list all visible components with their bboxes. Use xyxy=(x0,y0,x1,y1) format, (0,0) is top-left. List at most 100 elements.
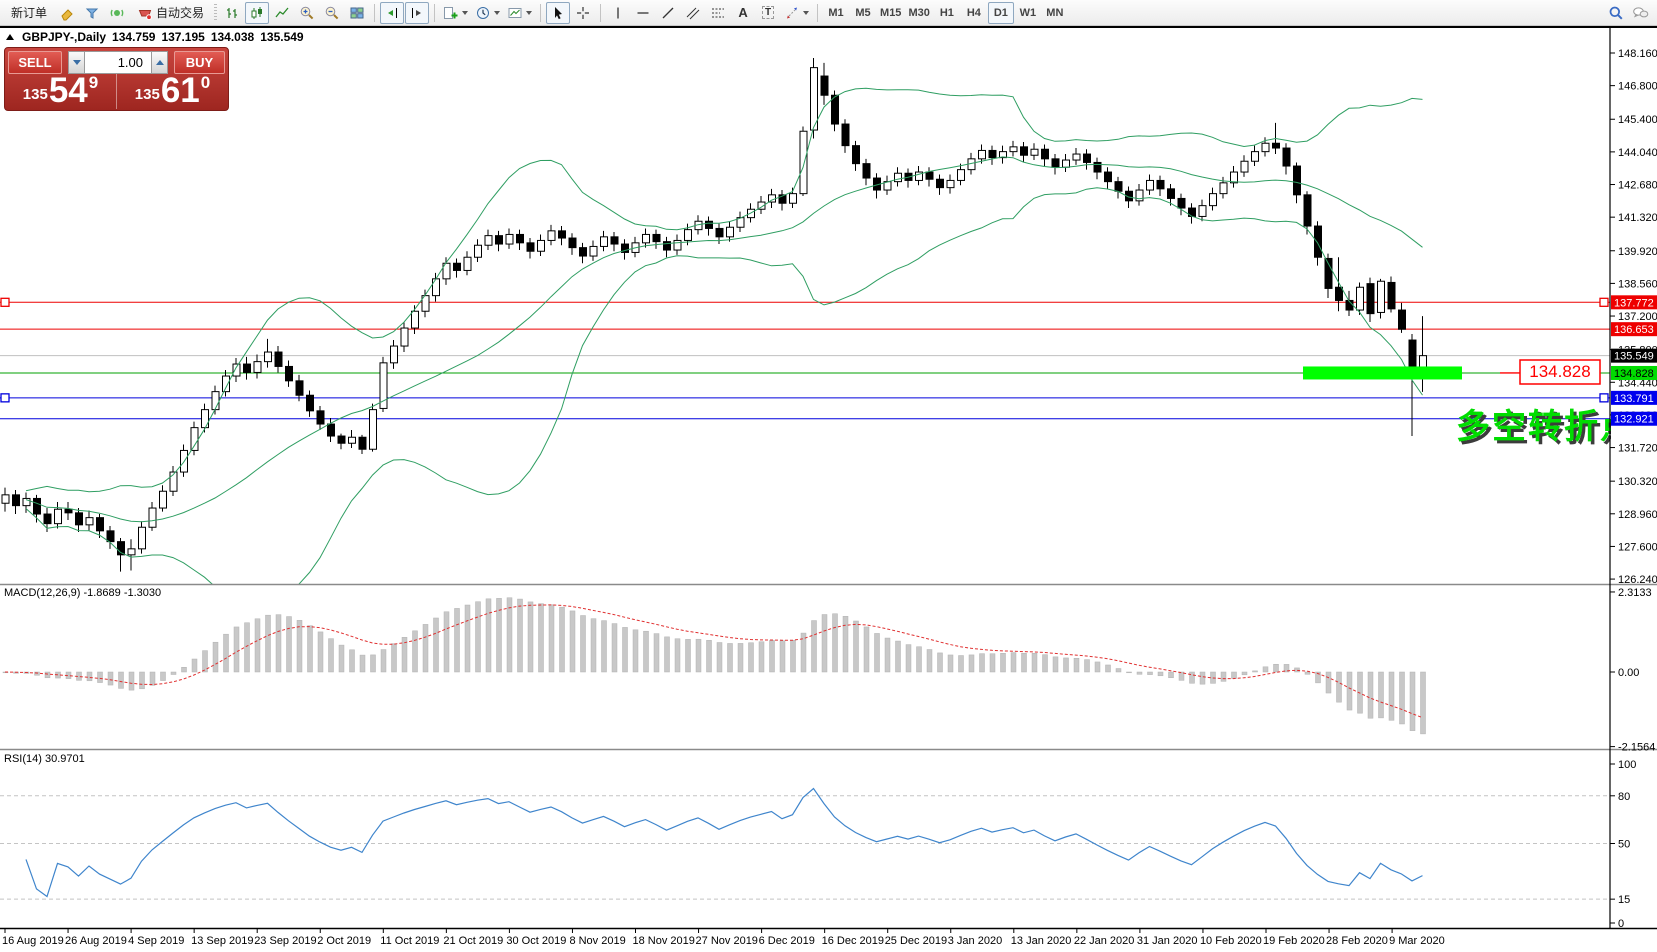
svg-text:50: 50 xyxy=(1618,839,1630,851)
filter-button[interactable] xyxy=(80,2,104,24)
svg-text:11 Oct 2019: 11 Oct 2019 xyxy=(380,935,439,947)
cursor-button[interactable] xyxy=(546,2,570,24)
timeframe-m5-button[interactable]: M5 xyxy=(850,2,876,24)
search-icon xyxy=(1608,5,1624,21)
cursor-icon xyxy=(550,5,566,21)
svg-text:多空转折点: 多空转折点 xyxy=(1456,408,1636,446)
svg-text:148.160: 148.160 xyxy=(1618,48,1657,60)
zoom-in-button[interactable] xyxy=(295,2,319,24)
svg-text:4 Sep 2019: 4 Sep 2019 xyxy=(128,935,184,947)
zoom-in-icon xyxy=(299,5,315,21)
fibonacci-button[interactable] xyxy=(706,2,730,24)
chart-shift-icon xyxy=(409,5,425,21)
svg-text:131.720: 131.720 xyxy=(1618,443,1657,455)
svg-text:23 Sep 2019: 23 Sep 2019 xyxy=(254,935,316,947)
fibonacci-icon xyxy=(710,5,726,21)
svg-text:31 Jan 2020: 31 Jan 2020 xyxy=(1137,935,1198,947)
trading-terminal-window: 新订单 自动交易 xyxy=(0,0,1657,952)
bar-chart-icon xyxy=(224,5,240,21)
svg-text:141.320: 141.320 xyxy=(1618,212,1657,224)
auto-scroll-icon xyxy=(384,5,400,21)
auto-trading-button[interactable]: 自动交易 xyxy=(130,2,211,24)
collapse-panel-icon[interactable] xyxy=(6,34,14,40)
shapes-button[interactable] xyxy=(781,2,812,24)
svg-text:26 Aug 2019: 26 Aug 2019 xyxy=(65,935,127,947)
svg-text:21 Oct 2019: 21 Oct 2019 xyxy=(443,935,503,947)
buy-price-point: 0 xyxy=(201,74,210,91)
svg-text:80: 80 xyxy=(1618,791,1630,803)
svg-text:13 Sep 2019: 13 Sep 2019 xyxy=(191,935,253,947)
auto-scroll-button[interactable] xyxy=(380,2,404,24)
svg-text:9 Mar 2020: 9 Mar 2020 xyxy=(1389,935,1445,947)
svg-text:16 Dec 2019: 16 Dec 2019 xyxy=(822,935,884,947)
trendline-icon xyxy=(660,5,676,21)
template-icon xyxy=(507,5,523,21)
label-button[interactable]: T xyxy=(756,2,780,24)
chat-bubbles-icon xyxy=(1632,5,1650,21)
timeframe-d1-button[interactable]: D1 xyxy=(988,2,1014,24)
toolbar-separator xyxy=(434,4,435,22)
bar-chart-button[interactable] xyxy=(220,2,244,24)
toolbar-separator xyxy=(540,4,541,22)
zoom-out-button[interactable] xyxy=(320,2,344,24)
broadcast-button[interactable] xyxy=(105,2,129,24)
eraser-button[interactable] xyxy=(55,2,79,24)
svg-text:16 Aug 2019: 16 Aug 2019 xyxy=(2,935,64,947)
svg-text:15: 15 xyxy=(1618,894,1630,906)
timeframe-m30-button[interactable]: M30 xyxy=(905,2,932,24)
toolbar: 新订单 自动交易 xyxy=(0,0,1657,26)
svg-text:146.800: 146.800 xyxy=(1618,81,1657,93)
trendline-button[interactable] xyxy=(656,2,680,24)
svg-text:137.772: 137.772 xyxy=(1614,297,1654,309)
svg-text:138.560: 138.560 xyxy=(1618,278,1657,290)
community-button[interactable] xyxy=(1629,2,1653,24)
sell-price-button[interactable]: 135 54 9 xyxy=(5,74,116,109)
svg-text:142.680: 142.680 xyxy=(1618,180,1657,192)
crosshair-icon xyxy=(575,5,591,21)
svg-text:132.921: 132.921 xyxy=(1614,414,1654,426)
timeframe-h1-button[interactable]: H1 xyxy=(934,2,960,24)
svg-text:19 Feb 2020: 19 Feb 2020 xyxy=(1263,935,1325,947)
timeframe-w1-button[interactable]: W1 xyxy=(1015,2,1041,24)
periods-button[interactable] xyxy=(472,2,503,24)
chevron-down-icon xyxy=(803,11,809,15)
buy-price-button[interactable]: 135 61 0 xyxy=(116,74,228,109)
text-button[interactable]: A xyxy=(731,2,755,24)
svg-text:30 Oct 2019: 30 Oct 2019 xyxy=(506,935,566,947)
timeframe-mn-button[interactable]: MN xyxy=(1042,2,1068,24)
chart-canvas[interactable]: 134.828多空转折点多空转折点148.160146.800145.40014… xyxy=(0,0,1657,952)
horizontal-line-button[interactable] xyxy=(631,2,655,24)
chart-title: GBPJPY-,Daily 134.759 137.195 134.038 13… xyxy=(6,30,304,44)
candlestick-chart-button[interactable] xyxy=(245,2,269,24)
volume-input[interactable]: 1.00 xyxy=(85,51,151,74)
sell-price-point: 9 xyxy=(89,74,98,91)
templates-button[interactable] xyxy=(504,2,535,24)
timeframe-h4-button[interactable]: H4 xyxy=(961,2,987,24)
svg-text:2.3133: 2.3133 xyxy=(1618,587,1652,599)
chart-shift-button[interactable] xyxy=(405,2,429,24)
svg-text:134.828: 134.828 xyxy=(1529,362,1590,381)
toolbar-separator xyxy=(374,4,375,22)
svg-text:18 Nov 2019: 18 Nov 2019 xyxy=(633,935,695,947)
svg-text:28 Feb 2020: 28 Feb 2020 xyxy=(1326,935,1388,947)
svg-text:144.040: 144.040 xyxy=(1618,147,1657,159)
chevron-down-icon xyxy=(526,11,532,15)
svg-text:25 Dec 2019: 25 Dec 2019 xyxy=(885,935,947,947)
macd-indicator-label: MACD(12,26,9) -1.8689 -1.3030 xyxy=(4,587,161,599)
vertical-line-button[interactable] xyxy=(606,2,630,24)
tile-windows-button[interactable] xyxy=(345,2,369,24)
svg-text:22 Jan 2020: 22 Jan 2020 xyxy=(1074,935,1135,947)
new-order-button[interactable]: 新订单 xyxy=(4,2,54,24)
svg-text:135.549: 135.549 xyxy=(1614,351,1654,363)
channel-button[interactable] xyxy=(681,2,705,24)
timeframe-m1-button[interactable]: M1 xyxy=(823,2,849,24)
line-chart-button[interactable] xyxy=(270,2,294,24)
crosshair-button[interactable] xyxy=(571,2,595,24)
search-button[interactable] xyxy=(1604,2,1628,24)
chevron-down-icon xyxy=(494,11,500,15)
indicators-button[interactable] xyxy=(440,2,471,24)
text-tool-icon: A xyxy=(738,5,747,20)
timeframe-m15-button[interactable]: M15 xyxy=(877,2,904,24)
one-click-trading-panel: SELL 1.00 BUY 135 54 9 135 61 0 xyxy=(4,47,229,111)
svg-text:-2.1564: -2.1564 xyxy=(1618,742,1655,754)
